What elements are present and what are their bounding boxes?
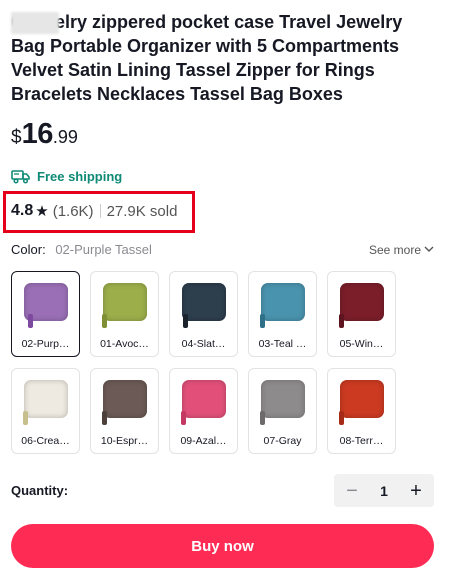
color-swatch[interactable]: 10-Espr… bbox=[90, 368, 159, 454]
color-swatch[interactable]: 07-Gray bbox=[248, 368, 317, 454]
decrement-button[interactable]: − bbox=[342, 481, 362, 501]
star-icon: ★ bbox=[35, 203, 49, 220]
pouch-shape bbox=[340, 283, 384, 321]
color-swatch[interactable]: 03-Teal … bbox=[248, 271, 317, 357]
tassel-shape bbox=[339, 411, 344, 425]
tassel-shape bbox=[102, 411, 107, 425]
pouch-shape bbox=[340, 380, 384, 418]
pouch-shape bbox=[103, 283, 147, 321]
product-title: 0 jewelry zippered pocket case Travel Je… bbox=[11, 12, 403, 104]
swatch-image bbox=[176, 375, 232, 427]
tassel-shape bbox=[181, 411, 186, 425]
rating-row[interactable]: 4.8 ★ (1.6K) 27.9K sold bbox=[11, 202, 177, 220]
see-more-button[interactable]: See more bbox=[369, 243, 434, 257]
color-selector-header: Color: 02-Purple Tassel See more bbox=[11, 242, 434, 257]
sold-count: 27.9K sold bbox=[106, 202, 178, 220]
product-price: $ 16 .99 bbox=[11, 118, 78, 151]
product-title-block: 0 jewelry zippered pocket case Travel Je… bbox=[11, 10, 441, 106]
swatch-image bbox=[97, 375, 153, 427]
review-count: (1.6K) bbox=[52, 202, 94, 220]
pouch-shape bbox=[261, 283, 305, 321]
quantity-value: 1 bbox=[380, 482, 388, 499]
chevron-down-icon bbox=[424, 246, 434, 252]
tassel-shape bbox=[23, 411, 28, 425]
increment-button[interactable]: + bbox=[406, 481, 426, 501]
swatch-label: 09-Azal… bbox=[180, 435, 227, 447]
swatch-label: 02-Purp… bbox=[21, 338, 70, 350]
pouch-shape bbox=[261, 380, 305, 418]
tassel-shape bbox=[102, 314, 107, 328]
color-swatch[interactable]: 02-Purp… bbox=[11, 271, 80, 357]
price-currency: $ bbox=[11, 127, 22, 148]
pouch-shape bbox=[182, 380, 226, 418]
swatch-label: 05-Win… bbox=[339, 338, 384, 350]
swatch-image bbox=[18, 278, 74, 330]
swatch-image bbox=[255, 278, 311, 330]
color-swatch[interactable]: 01-Avoc… bbox=[90, 271, 159, 357]
quantity-label: Quantity: bbox=[11, 483, 69, 498]
divider bbox=[99, 204, 101, 218]
pouch-shape bbox=[103, 380, 147, 418]
swatch-image bbox=[176, 278, 232, 330]
pouch-shape bbox=[182, 283, 226, 321]
buy-now-button[interactable]: Buy now bbox=[11, 524, 434, 568]
swatch-image bbox=[334, 375, 390, 427]
swatch-label: 07-Gray bbox=[263, 435, 302, 447]
swatch-image bbox=[334, 278, 390, 330]
tassel-shape bbox=[183, 314, 188, 328]
price-integer: 16 bbox=[21, 118, 54, 150]
swatch-label: 10-Espr… bbox=[100, 435, 149, 447]
quantity-stepper[interactable]: − 1 + bbox=[334, 474, 434, 507]
color-swatch[interactable]: 05-Win… bbox=[327, 271, 396, 357]
see-more-label: See more bbox=[368, 242, 421, 257]
swatch-image bbox=[255, 375, 311, 427]
tassel-shape bbox=[260, 411, 265, 425]
quantity-row: Quantity: − 1 + bbox=[11, 474, 434, 507]
swatch-label: 08-Terr… bbox=[339, 435, 384, 447]
tassel-shape bbox=[339, 314, 344, 328]
swatch-image bbox=[97, 278, 153, 330]
blurred-shop-name bbox=[11, 12, 59, 34]
rating-score: 4.8 bbox=[11, 202, 34, 219]
price-decimal: .99 bbox=[52, 127, 78, 147]
color-swatch[interactable]: 09-Azal… bbox=[169, 368, 238, 454]
swatch-label: 04-Slat… bbox=[181, 338, 226, 350]
swatch-label: 01-Avoc… bbox=[100, 338, 149, 350]
color-label: Color: bbox=[11, 242, 46, 257]
color-swatch[interactable]: 06-Crea… bbox=[11, 368, 80, 454]
tassel-shape bbox=[28, 314, 33, 328]
swatch-label: 03-Teal … bbox=[258, 338, 307, 350]
swatch-image bbox=[18, 375, 74, 427]
free-shipping-label: Free shipping bbox=[37, 169, 123, 184]
color-selected-value: 02-Purple Tassel bbox=[55, 242, 152, 257]
free-shipping-badge: Free shipping bbox=[11, 169, 122, 184]
tassel-shape bbox=[260, 314, 265, 328]
pouch-shape bbox=[24, 380, 68, 418]
truck-icon bbox=[11, 170, 30, 184]
color-swatch[interactable]: 04-Slat… bbox=[169, 271, 238, 357]
swatch-label: 06-Crea… bbox=[21, 435, 70, 447]
color-swatch[interactable]: 08-Terr… bbox=[327, 368, 396, 454]
